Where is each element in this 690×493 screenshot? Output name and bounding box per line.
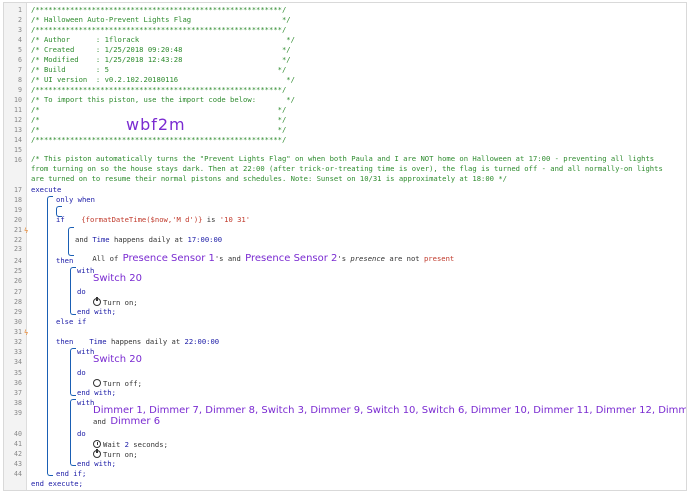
power-icon [93,449,101,458]
else-if-keyword: else if [56,317,87,326]
line-number: 6 [18,56,22,64]
line-number: 35 [14,369,22,377]
then-keyword-2: then [56,337,74,346]
line-number: 13 [14,126,22,134]
line-number: 32 [14,338,22,346]
device-list-dimmers-cont[interactable]: and Dimmer 6 [93,416,682,427]
line-number: 11 [14,106,22,114]
end-execute-keyword: end execute; [31,479,83,488]
trigger-lightning-icon-2: ϟ [24,329,29,337]
line-number: 15 [14,146,22,154]
do-keyword-1: do [77,287,86,296]
line-number: 30 [14,318,22,326]
import-code: wbf2m [126,115,186,134]
end-with-1: end with; [77,307,116,316]
end-with-3: end with; [77,459,116,468]
line-number: 41 [14,440,22,448]
do-keyword-3: do [77,429,86,438]
header-import-line: /* To import this piston, use the import… [31,95,295,104]
header-stars-bottom: /***************************************… [31,135,287,144]
line-number: 1 [18,6,22,14]
header-stars-2: /***************************************… [31,25,287,34]
if-condition-bracket [68,227,74,256]
header-stars-3: /***************************************… [31,85,287,94]
line-number: 2 [18,16,22,24]
with-bracket-3 [70,399,76,466]
line-number: 33 [14,348,22,356]
line-number: 19 [14,206,22,214]
line-number: 7 [18,66,22,74]
device-switch20-b[interactable]: Switch 20 [93,354,682,365]
line-number: 17 [14,186,22,194]
line-number: 16 [14,156,22,164]
power-off-icon [93,379,101,387]
line-number: 9 [18,86,22,94]
header-stars-top: /***************************************… [31,5,287,14]
description-comment: /* This piston automatically turns the "… [31,154,663,184]
device-switch20-a[interactable]: Switch 20 [93,273,682,284]
line-number: 39 [14,409,22,417]
piston-code-view: 1 2 3 4 5 6 7 8 9 10 11 12 13 14 15 16 17 18 19 20 21 22 23 24 2… [3,2,687,491]
with-bracket-1 [70,267,76,315]
do-keyword-2: do [77,368,86,377]
execute-block-bracket [47,196,53,476]
header-modified: /* Modified : 1/25/2018 12:43:28 */ [31,55,291,64]
with-bracket-2 [70,348,76,396]
line-number: 44 [14,470,22,478]
line-number: 28 [14,298,22,306]
line-number-gutter: 1 2 3 4 5 6 7 8 9 10 11 12 13 14 15 16 17 18 19 20 21 22 23 24 2… [4,3,27,490]
header-title: /* Halloween Auto-Prevent Lights Flag */ [31,15,291,24]
line-number: 21 [14,226,22,234]
end-if-keyword: end if; [56,469,87,478]
line-number: 20 [14,216,22,224]
line-number: 12 [14,116,22,124]
line-number: 29 [14,308,22,316]
line-number: 34 [14,358,22,366]
line-number: 10 [14,96,22,104]
header-author: /* Author : 1florack */ [31,35,295,44]
line-number: 14 [14,136,22,144]
trigger-lightning-icon: ϟ [24,227,29,235]
header-ui-version: /* UI version : v0.2.102.20180116 */ [31,75,295,84]
line-number: 3 [18,26,22,34]
only-when-keyword: only when [56,195,95,204]
line-number: 4 [18,36,22,44]
line-number: 38 [14,399,22,407]
line-number: 31 [14,328,22,336]
end-with-2: end with; [77,388,116,397]
line-number: 5 [18,46,22,54]
clock-icon [93,440,101,448]
line-number: 22 [14,236,22,244]
line-number: 42 [14,450,22,458]
line-number: 40 [14,430,22,438]
line-number: 36 [14,379,22,387]
line-number: 18 [14,196,22,204]
line-number: 26 [14,277,22,285]
device-list-dimmers[interactable]: Dimmer 1, Dimmer 7, Dimmer 8, Switch 3, … [93,405,686,416]
header-created: /* Created : 1/25/2018 09:20:48 */ [31,45,291,54]
line-number: 27 [14,288,22,296]
line-number: 37 [14,389,22,397]
if-keyword: if [56,215,65,224]
power-icon [93,297,101,306]
then-keyword-1: then [56,256,74,265]
execute-keyword: execute [31,185,62,194]
header-blank-a: /* */ [31,105,287,114]
line-number: 43 [14,460,22,468]
line-number: 23 [14,245,22,253]
line-number: 25 [14,267,22,275]
line-number: 8 [18,76,22,84]
header-build: /* Build : 5 */ [31,65,287,74]
line-number: 24 [14,257,22,265]
